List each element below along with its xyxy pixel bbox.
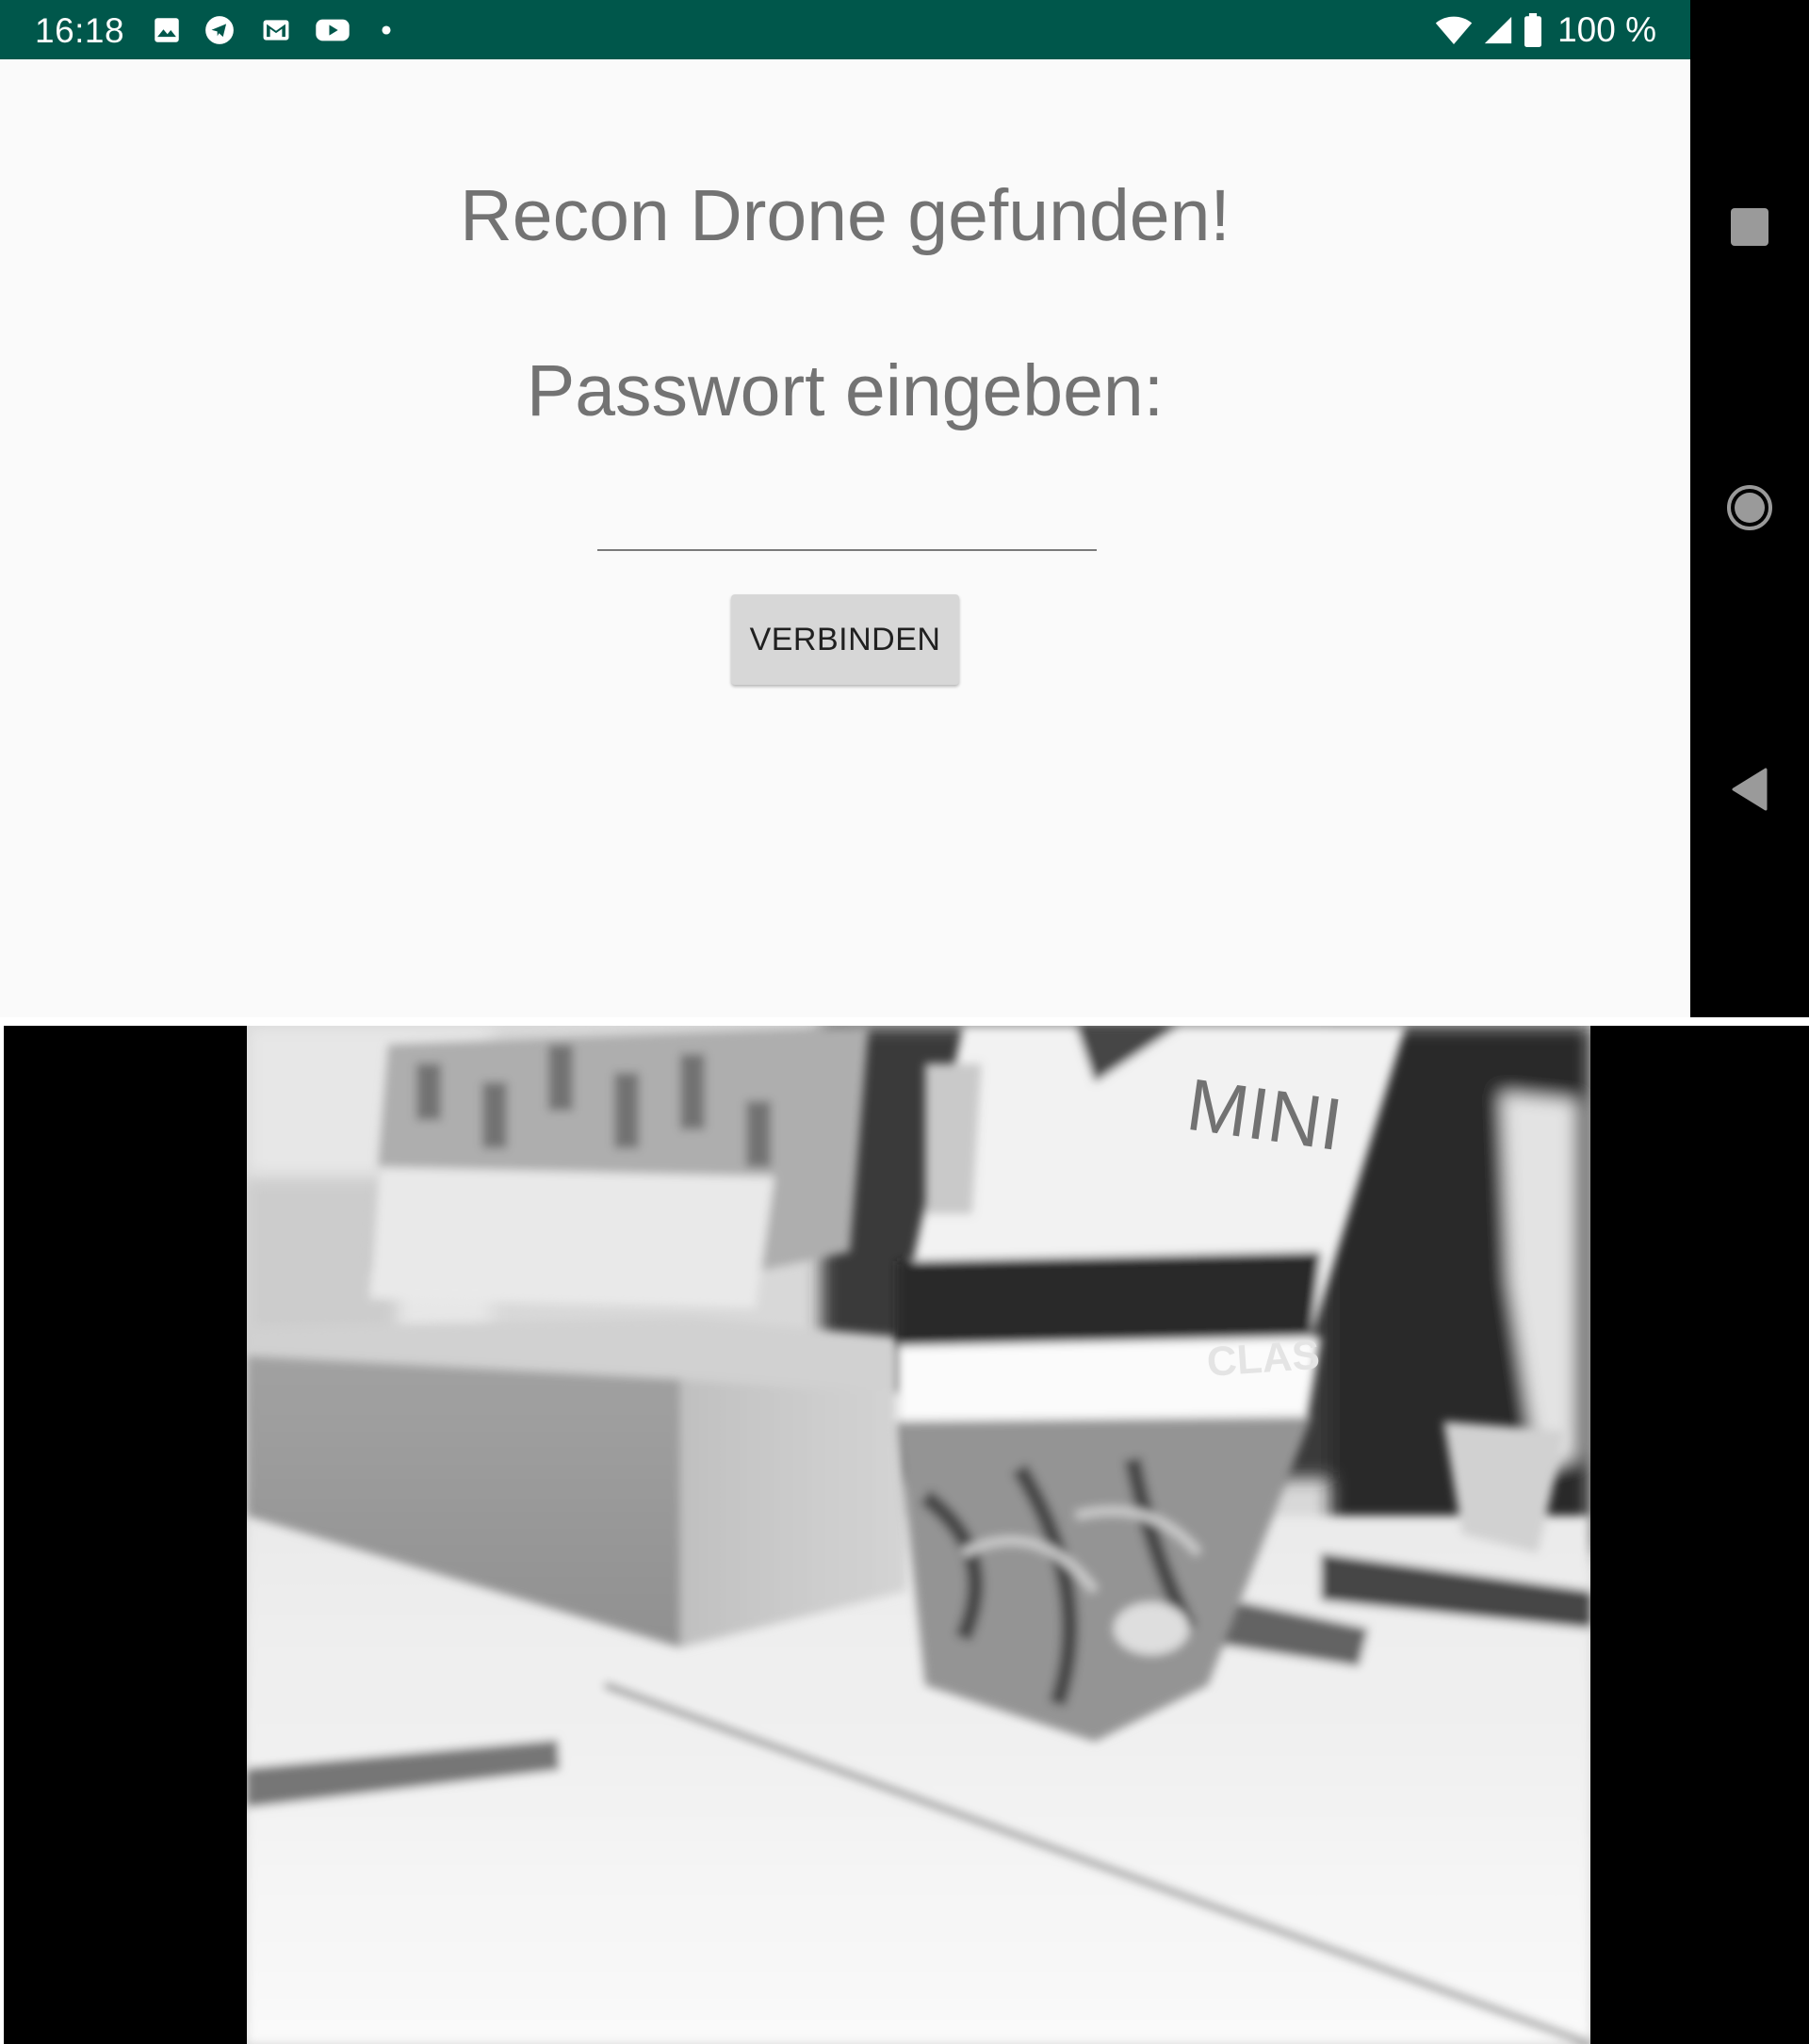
recents-icon — [1731, 208, 1768, 246]
back-button[interactable] — [1721, 761, 1778, 818]
drone-found-heading: Recon Drone gefunden! — [460, 175, 1230, 256]
wifi-icon — [1435, 16, 1473, 44]
tablet-screen: 16:18 100 % Recon Drone gefunden! Passwo… — [0, 0, 1809, 1017]
recents-button[interactable] — [1721, 199, 1778, 255]
drone-camera-image: MINI CLAS — [247, 1026, 1590, 2044]
password-input[interactable] — [597, 508, 1097, 551]
app-root: 16:18 100 % Recon Drone gefunden! Passwo… — [0, 0, 1809, 2044]
image-icon — [155, 18, 179, 42]
battery-percent: 100 % — [1557, 10, 1656, 49]
cell-signal-icon — [1484, 16, 1512, 43]
back-icon — [1732, 768, 1768, 811]
camera-frame: MINI CLAS — [4, 1026, 1809, 2044]
telegram-icon — [205, 16, 234, 44]
home-button[interactable] — [1721, 479, 1778, 536]
password-prompt-label: Passwort eingeben: — [526, 350, 1165, 431]
status-time: 16:18 — [35, 11, 125, 50]
navigation-bar — [1690, 0, 1809, 1017]
status-bar: 16:18 100 % — [0, 0, 1690, 59]
connect-button[interactable]: VERBINDEN — [731, 594, 959, 685]
more-dot-icon — [382, 25, 391, 35]
connect-screen: Recon Drone gefunden! Passwort eingeben:… — [0, 59, 1690, 1017]
status-system-icons: 100 % — [1435, 0, 1656, 59]
youtube-icon — [316, 19, 350, 41]
battery-icon — [1524, 12, 1542, 47]
home-icon — [1727, 485, 1772, 530]
gmail-icon — [263, 20, 289, 41]
